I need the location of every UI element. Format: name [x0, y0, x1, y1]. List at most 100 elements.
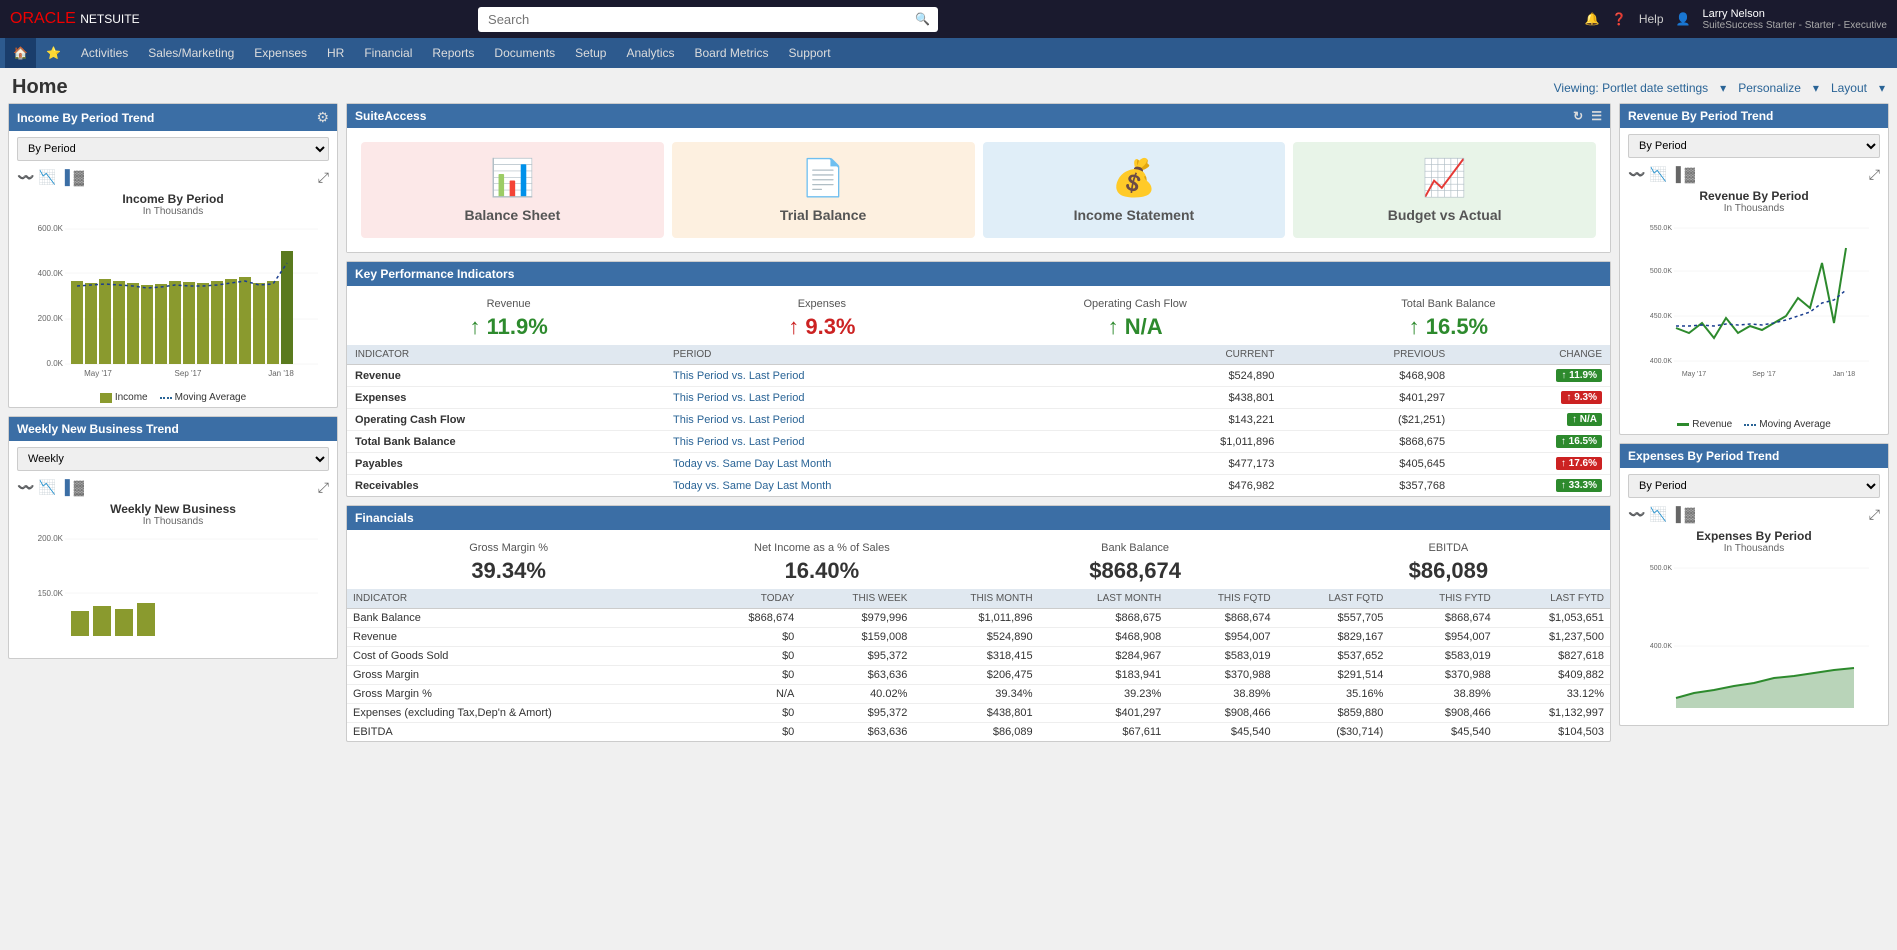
kpi-badge-2: ↑ N/A: [1567, 413, 1602, 426]
kpi-previous-5: $357,768: [1282, 475, 1453, 497]
suite-card-budget-actual[interactable]: 📈 Budget vs Actual: [1293, 142, 1596, 238]
income-period-panel: Income By Period Trend ⚙ By Period 〰️ 📉 …: [8, 103, 338, 408]
nav-support[interactable]: Support: [779, 38, 841, 68]
income-panel-actions: ⚙: [316, 109, 329, 126]
nav-financial[interactable]: Financial: [354, 38, 422, 68]
kpi-expenses-summary: Expenses ↑ 9.3%: [675, 298, 968, 340]
nav-recent[interactable]: ⭐: [36, 38, 71, 68]
income-chart-subtitle: In Thousands: [17, 206, 329, 217]
weekly-bar-icon[interactable]: ▐: [60, 479, 70, 496]
table-row: Revenue $0 $159,008 $524,890 $468,908 $9…: [347, 628, 1610, 647]
fin-th-lastmonth: LAST MONTH: [1039, 589, 1168, 609]
weekly-area-icon[interactable]: 📉: [38, 479, 55, 496]
weekly-line-icon[interactable]: 〰️: [17, 479, 34, 496]
income-period-select[interactable]: By Period: [17, 137, 329, 161]
kpi-period-2[interactable]: This Period vs. Last Period: [665, 409, 1105, 431]
line-chart-icon[interactable]: 〰️: [17, 169, 34, 186]
suite-access-panel: SuiteAccess ↻ ☰ 📊 Balance Sheet 📄 Trial …: [346, 103, 1611, 253]
expenses-chart-icons: 〰️ 📉 ▐ ▓ ⤢: [1620, 504, 1888, 525]
kpi-summary-row: Revenue ↑ 11.9% Expenses ↑ 9.3% Operatin…: [347, 286, 1610, 345]
revenue-chart-area: 550.0K 500.0K 450.0K 400.0K May '17 Sep: [1620, 214, 1888, 415]
netsuite-text: NETSUITE: [80, 12, 139, 26]
income-panel-settings[interactable]: ⚙: [316, 109, 329, 126]
nav-expenses[interactable]: Expenses: [244, 38, 317, 68]
kpi-badge-5: ↑ 33.3%: [1556, 479, 1602, 492]
kpi-period-3[interactable]: This Period vs. Last Period: [665, 431, 1105, 453]
revenue-panel-header: Revenue By Period Trend: [1620, 104, 1888, 128]
fin-row5-lastfqtd: $859,880: [1277, 704, 1390, 723]
kpi-current-2: $143,221: [1105, 409, 1282, 431]
fin-row1-lastfytd: $1,237,500: [1497, 628, 1610, 647]
search-input[interactable]: [478, 7, 938, 32]
suite-refresh-icon[interactable]: ↻: [1573, 109, 1583, 123]
kpi-period-4[interactable]: Today vs. Same Day Last Month: [665, 453, 1105, 475]
fin-row5-today: $0: [703, 704, 801, 723]
weekly-expand-icon[interactable]: ⤢: [318, 479, 329, 496]
notifications-icon[interactable]: 🔔: [1585, 12, 1600, 26]
fin-row1-lastmonth: $468,908: [1039, 628, 1168, 647]
nav-boardmetrics[interactable]: Board Metrics: [685, 38, 779, 68]
income-chart-expand[interactable]: ⤢: [318, 169, 329, 186]
fin-th-today: TODAY: [703, 589, 801, 609]
revenue-chart-svg: 550.0K 500.0K 450.0K 400.0K May '17 Sep: [1628, 218, 1880, 408]
kpi-period-0[interactable]: This Period vs. Last Period: [665, 365, 1105, 387]
viewing-portlet-link[interactable]: Viewing: Portlet date settings: [1554, 81, 1709, 95]
weekly-period-select[interactable]: Weekly: [17, 447, 329, 471]
revenue-line-icon[interactable]: 〰️: [1628, 166, 1645, 183]
expenses-expand-icon[interactable]: ⤢: [1869, 506, 1880, 523]
personalize-link[interactable]: Personalize: [1738, 81, 1801, 95]
suite-menu-icon[interactable]: ☰: [1591, 109, 1602, 123]
stacked-chart-icon[interactable]: ▓: [74, 169, 84, 186]
weekly-chart-icons: 〰️ 📉 ▐ ▓ ⤢: [9, 477, 337, 498]
fin-gross-margin-value: 39.34%: [362, 558, 655, 584]
expenses-line-icon[interactable]: 〰️: [1628, 506, 1645, 523]
kpi-badge-4: ↑ 17.6%: [1556, 457, 1602, 470]
svg-text:200.0K: 200.0K: [38, 314, 64, 323]
fin-row4-thisweek: 40.02%: [800, 685, 913, 704]
svg-text:400.0K: 400.0K: [1650, 643, 1673, 650]
fin-th-thisfytd: THIS FYTD: [1389, 589, 1496, 609]
help-icon[interactable]: ❓: [1612, 12, 1627, 26]
kpi-previous-3: $868,675: [1282, 431, 1453, 453]
revenue-bar-icon[interactable]: ▐: [1671, 166, 1681, 183]
nav-activities[interactable]: Activities: [71, 38, 138, 68]
fin-net-income-value: 16.40%: [675, 558, 968, 584]
user-info: Larry Nelson SuiteSuccess Starter - Star…: [1702, 8, 1887, 31]
expenses-stacked-icon[interactable]: ▓: [1685, 506, 1695, 523]
area-chart-icon[interactable]: 📉: [38, 169, 55, 186]
nav-analytics[interactable]: Analytics: [616, 38, 684, 68]
expenses-period-select[interactable]: By Period: [1628, 474, 1880, 498]
bar-chart-icon-selected[interactable]: ▐: [60, 169, 70, 186]
nav-home[interactable]: 🏠: [5, 38, 36, 68]
suite-card-balance-sheet[interactable]: 📊 Balance Sheet: [361, 142, 664, 238]
kpi-period-1[interactable]: This Period vs. Last Period: [665, 387, 1105, 409]
fin-row1-thisfytd: $954,007: [1389, 628, 1496, 647]
user-icon[interactable]: 👤: [1676, 12, 1691, 26]
revenue-period-select[interactable]: By Period: [1628, 134, 1880, 158]
fin-row0-thisweek: $979,996: [800, 609, 913, 628]
nav-setup[interactable]: Setup: [565, 38, 616, 68]
col-right: Revenue By Period Trend By Period 〰️ 📉 ▐…: [1619, 103, 1889, 742]
nav-hr[interactable]: HR: [317, 38, 354, 68]
fin-row6-thisfytd: $45,540: [1389, 723, 1496, 742]
kpi-period-5[interactable]: Today vs. Same Day Last Month: [665, 475, 1105, 497]
suite-card-trial-balance[interactable]: 📄 Trial Balance: [672, 142, 975, 238]
expenses-area-icon[interactable]: 📉: [1649, 506, 1666, 523]
nav-salesmarketing[interactable]: Sales/Marketing: [138, 38, 244, 68]
revenue-stacked-icon[interactable]: ▓: [1685, 166, 1695, 183]
svg-text:0.0K: 0.0K: [47, 359, 64, 368]
fin-ebitda-value: $86,089: [1302, 558, 1595, 584]
expenses-bar-icon[interactable]: ▐: [1671, 506, 1681, 523]
nav-reports[interactable]: Reports: [422, 38, 484, 68]
fin-row3-thisweek: $63,636: [800, 666, 913, 685]
fin-row4-thismonth: 39.34%: [913, 685, 1038, 704]
fin-ebitda-label: EBITDA: [1302, 542, 1595, 554]
moving-avg-legend-line: [160, 397, 172, 399]
suite-card-income-statement[interactable]: 💰 Income Statement: [983, 142, 1286, 238]
nav-documents[interactable]: Documents: [484, 38, 565, 68]
revenue-expand-icon[interactable]: ⤢: [1869, 166, 1880, 183]
weekly-stacked-icon[interactable]: ▓: [74, 479, 84, 496]
revenue-area-icon[interactable]: 📉: [1649, 166, 1666, 183]
layout-link[interactable]: Layout: [1831, 81, 1867, 95]
fin-row0-thisfqtd: $868,674: [1167, 609, 1276, 628]
